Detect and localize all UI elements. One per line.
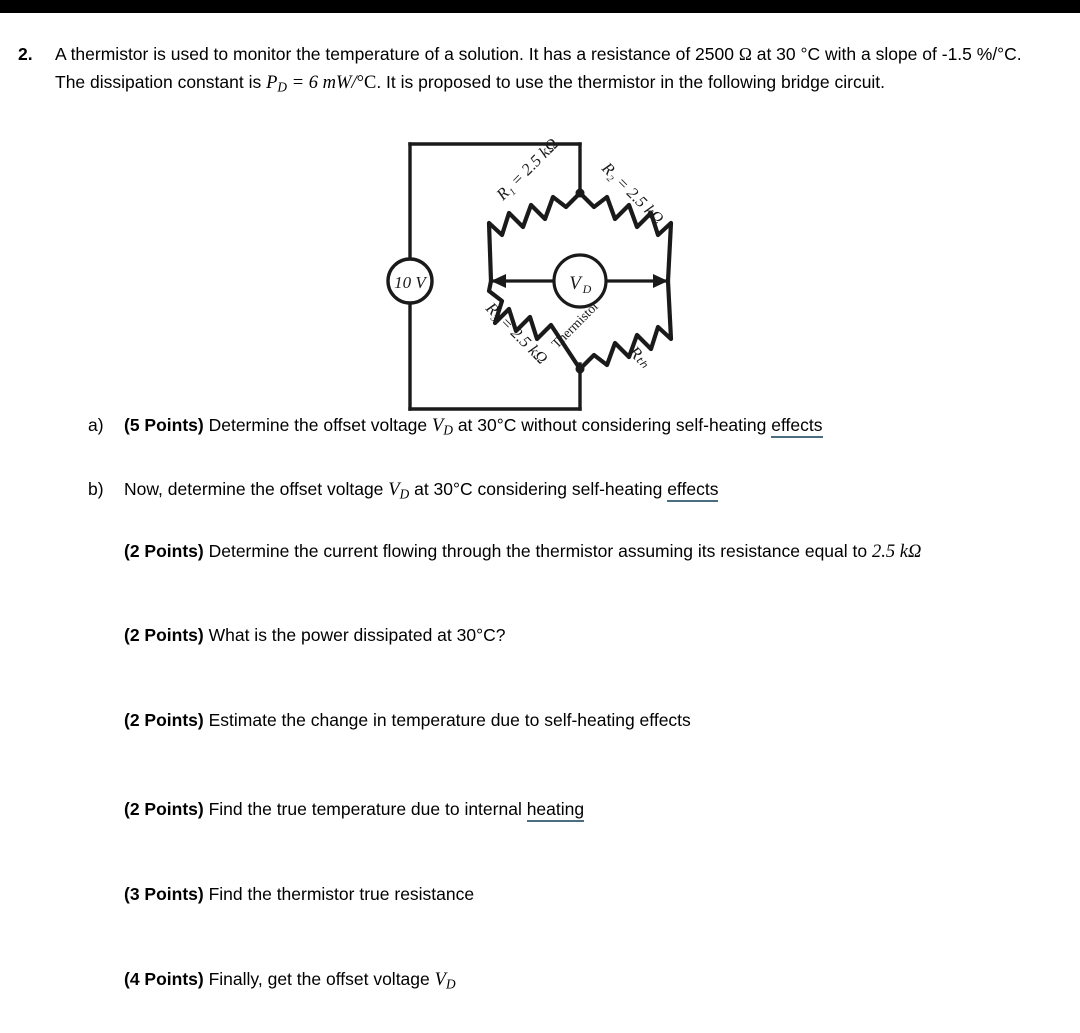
meter-label-subscript: D	[582, 282, 592, 296]
question-text-part-3: . It is proposed to use the thermistor i…	[376, 72, 886, 92]
ohm-symbol: Ω	[738, 44, 752, 64]
question-text-part-1: A thermistor is used to monitor the temp…	[55, 44, 739, 64]
wheatstone-bridge-figure: 10 V V D R₁ = 2.5 kΩ R₂ = 2.5 kΩ R₃ = 2.…	[385, 131, 705, 421]
sub-question-a: a) (5 Points) Determine the offset volta…	[88, 411, 1040, 445]
task-4-points: (2 Points)	[124, 799, 204, 820]
task-3-points: (2 Points)	[124, 710, 204, 731]
task-1-points: (2 Points)	[124, 541, 204, 562]
sub-question-a-spellcheck-word: effects	[771, 415, 823, 438]
task-2-text: What is the power dissipated at 30°C?	[203, 625, 506, 646]
task-item-6: (4 Points) Finally, get the offset volta…	[124, 965, 1040, 999]
sub-question-a-points: (5 Points)	[124, 415, 204, 435]
question-stem: 2. A thermistor is used to monitor the t…	[18, 40, 1048, 102]
task-6-points: (4 Points)	[124, 969, 204, 990]
task-1-math-tail: 2.5 kΩ	[871, 542, 922, 563]
top-black-bar	[0, 0, 1080, 13]
task-5-points: (3 Points)	[124, 884, 204, 905]
bottom-node-dot	[575, 364, 585, 374]
task-4-spellcheck-word: heating	[526, 799, 585, 823]
sub-question-a-marker: a)	[88, 415, 104, 435]
sub-question-b-marker: b)	[88, 478, 104, 499]
sub-question-b-spellcheck-word: effects	[667, 478, 719, 502]
task-6-text: Finally, get the offset voltage	[203, 969, 435, 990]
sub-question-b: b) Now, determine the offset voltage VD …	[88, 475, 1040, 509]
voltage-source-label: 10 V	[394, 273, 428, 292]
left-node-arrow	[491, 274, 506, 288]
task-4-text: Find the true temperature due to interna…	[203, 799, 527, 820]
task-item-3: (2 Points) Estimate the change in temper…	[124, 706, 1040, 734]
task-item-2: (2 Points) What is the power dissipated …	[124, 621, 1040, 649]
task-3-text: Estimate the change in temperature due t…	[203, 710, 691, 731]
question-text: A thermistor is used to monitor the temp…	[55, 40, 1048, 102]
question-number: 2.	[18, 44, 33, 64]
sub-question-b-text-before: Now, determine the offset voltage	[124, 478, 389, 499]
sub-question-b-text-middle: at 30°C considering self-heating	[409, 478, 668, 499]
task-2-points: (2 Points)	[124, 625, 204, 646]
task-1-text: Determine the current flowing through th…	[203, 541, 872, 562]
top-node-dot	[575, 188, 585, 198]
sub-question-a-text: (5 Points) Determine the offset voltage …	[124, 411, 1040, 445]
sub-question-a-text-middle: at 30°C without considering self-heating	[452, 415, 772, 435]
task-item-5: (3 Points) Find the thermistor true resi…	[124, 880, 1040, 908]
task-5-text: Find the thermistor true resistance	[203, 884, 475, 905]
sub-question-a-text-before: Determine the offset voltage	[203, 415, 433, 435]
task-item-1: (2 Points) Determine the current flowing…	[124, 537, 1040, 566]
sub-question-a-variable: VD	[432, 416, 453, 438]
spacer-b	[0, 508, 1080, 537]
dissipation-constant-symbol: PD	[266, 73, 288, 95]
sub-question-b-variable: VD	[388, 479, 410, 502]
task-item-4: (2 Points) Find the true temperature due…	[124, 795, 1040, 823]
sub-question-list: a) (5 Points) Determine the offset volta…	[0, 411, 1080, 999]
dissipation-constant-unit: °C	[356, 73, 377, 93]
right-node-arrow	[653, 274, 668, 288]
task-6-variable: VD	[434, 970, 456, 993]
dissipation-constant-equation: = 6 mW/	[287, 73, 357, 93]
spacer-a	[0, 445, 1080, 475]
sub-question-b-text: Now, determine the offset voltage VD at …	[124, 475, 1040, 509]
